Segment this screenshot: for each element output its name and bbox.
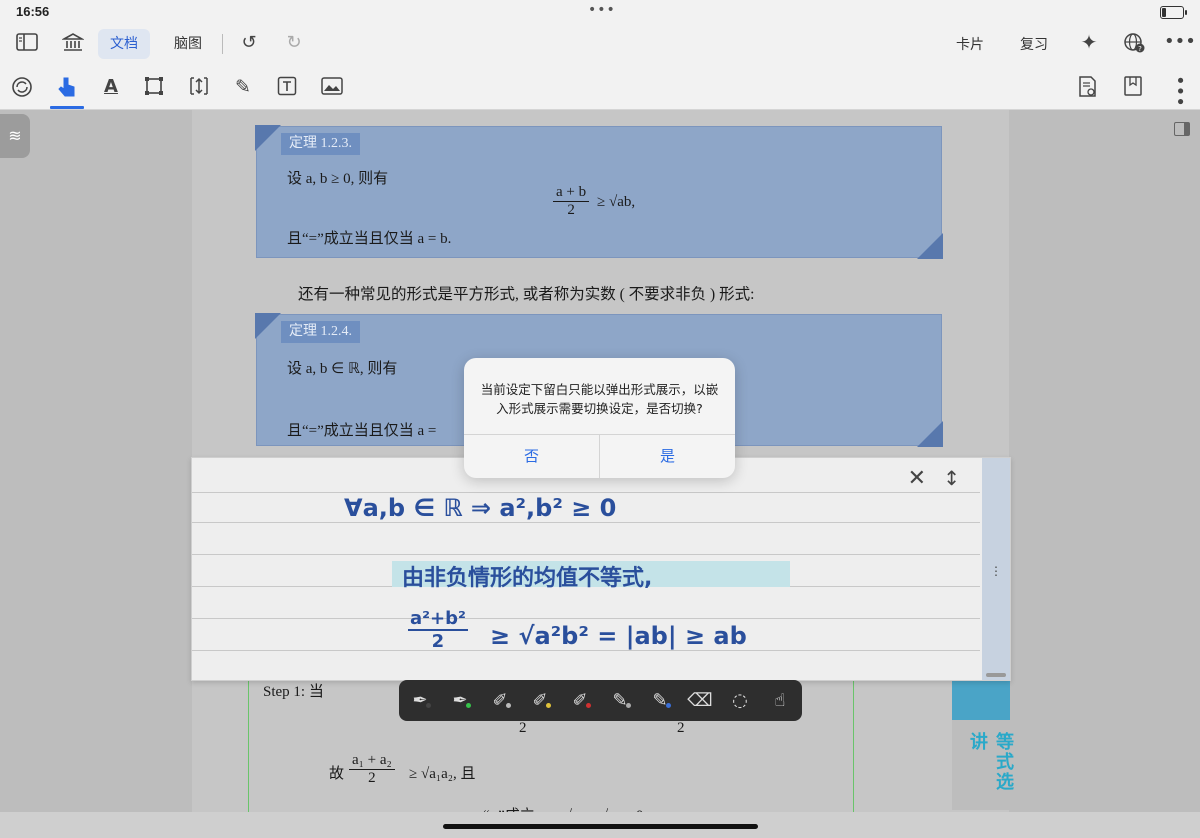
tab-document[interactable]: 文档 [98, 29, 150, 59]
yes-button[interactable]: 是 [600, 434, 735, 478]
fraction-numerator: a²+b² [408, 608, 468, 631]
home-indicator[interactable] [443, 824, 758, 829]
finger-touch-icon[interactable]: ☝ [767, 688, 793, 714]
ruled-line [192, 618, 980, 619]
layers-icon[interactable]: ≋ [0, 114, 30, 158]
fraction-denominator: 2 [677, 720, 685, 736]
review-button[interactable]: 复习 [1020, 34, 1048, 54]
switch-setting-dialog: 当前设定下留白只能以弹出形式展示，以嵌入形式展示需要切换设定，是否切换? 否 是 [464, 358, 735, 478]
web-search-icon[interactable]: ? [1122, 32, 1146, 54]
math-fraction: a + b 2 [553, 184, 590, 219]
body-paragraph: 还有一种常见的形式是平方形式, 或者称为实数 ( 不要求非负 ) 形式: [298, 286, 755, 303]
margin-note-panel[interactable]: ✕ ↕ ⋮ ∀a,b ∈ ℝ ⇒ a²,b² ≥ 0 由非负情形的均值不等式, … [191, 457, 1011, 681]
tab-mindmap[interactable]: 脑图 [166, 29, 210, 59]
marker-gray-icon[interactable]: ✐ [487, 688, 513, 714]
highlighter-yellow-icon[interactable]: ✐ [527, 688, 553, 714]
fraction-numerator: a₁ + a₂ [349, 752, 395, 770]
handwritten-line: ≥ √a²b² = |ab| ≥ ab [490, 622, 747, 650]
svg-text:?: ? [1138, 45, 1142, 53]
math-rhs: ≥ √ab, [597, 194, 636, 210]
redo-icon[interactable]: ↻ [281, 31, 307, 55]
theorem-tag: 定理 1.2.4. [281, 321, 360, 343]
pen-toolbar: ✒ ✒ ✐ ✐ ✐ ✎ ✎ ⌫ ◌ ☝ [399, 680, 802, 721]
resize-icon[interactable]: ↕ [943, 466, 960, 490]
ai-sparkle-icon[interactable]: ✦ [1076, 30, 1102, 54]
chapter-title: 等式选讲 [967, 732, 1014, 792]
library-icon[interactable] [62, 32, 84, 52]
pen-green-icon[interactable]: ✒ [447, 688, 473, 714]
text-highlight-icon[interactable]: A [98, 75, 124, 99]
theorem-line: 设 a, b ∈ ℝ, 则有 [287, 361, 398, 377]
fraction-denominator: 2 [431, 631, 445, 652]
eraser-icon[interactable]: ⌫ [687, 688, 713, 714]
highlight-corner [917, 233, 943, 259]
left-margin [0, 110, 192, 838]
theorem-line: 且“=”成立当且仅当 a = [287, 423, 437, 439]
theorem-box[interactable]: 定理 1.2.3. 设 a, b ≥ 0, 则有 a + b 2 ≥ √ab, … [255, 125, 943, 259]
highlight-corner [917, 421, 943, 447]
math-fraction: a₁ + a₂ 2 [349, 752, 395, 787]
pencil-blue-icon[interactable]: ✎ [647, 688, 673, 714]
lasso-icon[interactable]: ◌ [727, 688, 753, 714]
image-icon[interactable] [321, 77, 343, 95]
fraction-denominator: 2 [519, 720, 527, 736]
proof-prefix: 故 [329, 766, 345, 782]
dialog-message: 当前设定下留白只能以弹出形式展示，以嵌入形式展示需要切换设定，是否切换? [480, 382, 719, 416]
handwritten-fraction: a²+b² 2 [408, 608, 468, 652]
fraction-denominator: 2 [368, 770, 376, 786]
highlighter-red-icon[interactable]: ✐ [567, 688, 593, 714]
ruled-line [192, 554, 980, 555]
cards-button[interactable]: 卡片 [956, 34, 984, 54]
multitask-dots[interactable]: ••• [588, 2, 616, 18]
fraction-denominator: 2 [567, 202, 575, 218]
sync-mode-icon[interactable] [10, 75, 34, 99]
math-rhs: ≥ √a₁a₂, 且 [409, 766, 476, 782]
scroll-grip[interactable] [986, 673, 1006, 677]
vertical-more-icon[interactable]: ••• [1165, 75, 1191, 107]
status-bar: 16:56 ••• [0, 0, 1200, 24]
highlight-corner [255, 313, 281, 339]
proof-step: Step 1: 当 [263, 684, 324, 700]
ruled-line [192, 650, 980, 651]
sidebar-toggle-icon[interactable] [16, 33, 38, 51]
pencil-gray-icon[interactable]: ✎ [607, 688, 633, 714]
highlight-corner [255, 125, 281, 151]
expand-space-icon[interactable] [187, 74, 211, 98]
status-time: 16:56 [16, 4, 50, 19]
vertical-more-icon[interactable]: ⋮ [990, 564, 1002, 578]
handwritten-line: ∀a,b ∈ ℝ ⇒ a²,b² ≥ 0 [344, 494, 617, 522]
battery-icon [1160, 6, 1187, 19]
theorem-line: 设 a, b ≥ 0, 则有 [287, 171, 389, 187]
fraction-numerator: a + b [553, 184, 590, 202]
close-icon[interactable]: ✕ [908, 466, 926, 491]
banner-bar [952, 680, 1010, 720]
no-button[interactable]: 否 [464, 434, 599, 478]
ruled-line [192, 522, 980, 523]
undo-icon[interactable]: ↺ [236, 31, 262, 55]
tool-toolbar: A ✎ ••• [0, 64, 1200, 110]
handwritten-line: 由非负情形的均值不等式, [402, 566, 653, 591]
theorem-tag: 定理 1.2.3. [281, 133, 360, 155]
more-icon[interactable]: ••• [1164, 30, 1196, 54]
document-search-icon[interactable] [1077, 75, 1099, 99]
bookmark-icon[interactable] [1123, 75, 1143, 97]
toolbar-divider [222, 34, 223, 54]
fountain-pen-icon[interactable]: ✒ [407, 688, 433, 714]
right-panel-toggle-icon[interactable] [1174, 122, 1190, 136]
hand-pointer-icon[interactable] [56, 75, 78, 99]
pencil-icon[interactable]: ✎ [230, 75, 256, 99]
textbox-icon[interactable] [277, 76, 297, 96]
ruled-line [192, 492, 980, 493]
active-tool-indicator [50, 106, 84, 109]
right-margin [1009, 110, 1200, 838]
note-scrollbar[interactable]: ⋮ [982, 458, 1010, 680]
rect-select-icon[interactable] [144, 76, 164, 96]
chapter-banner: 等式选讲 [952, 680, 1014, 810]
theorem-line: 且“=”成立当且仅当 a = b. [287, 231, 452, 247]
top-toolbar: 文档 脑图 ↺ ↻ 卡片 复习 ✦ ? ••• [0, 24, 1200, 64]
